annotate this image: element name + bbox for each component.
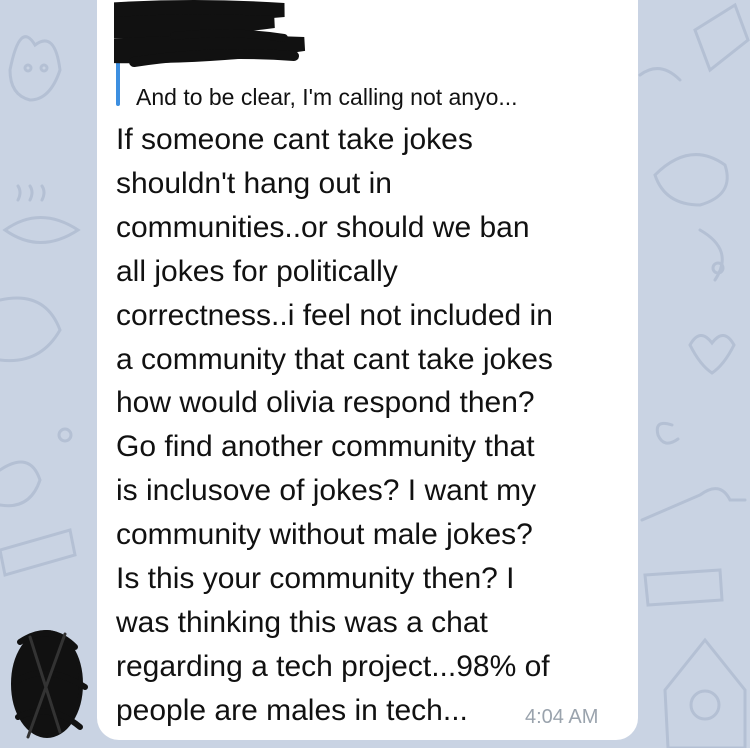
cat-doodle (8, 35, 62, 102)
bowl-doodle (0, 296, 62, 363)
message-line: all jokes for politically (116, 254, 398, 288)
reply-preview[interactable]: Nicole And to be clear, I'm calling not … (114, 0, 624, 110)
fish-doodle (2, 216, 81, 244)
message-line: Is this your community then? I (116, 562, 515, 596)
paw-doodle (0, 460, 42, 508)
message-line: Go find another community that (116, 430, 535, 464)
message-line: correctness..i feel not included in (116, 298, 553, 332)
message-line: If someone cant take jokes (116, 123, 473, 156)
message-bubble[interactable]: Nicole And to be clear, I'm calling not … (97, 0, 638, 740)
message-line: how would olivia respond then? (116, 386, 535, 420)
message-line: regarding a tech project...98% of (116, 649, 550, 683)
tag-doodle (693, 2, 750, 73)
heart-doodle (688, 334, 736, 375)
message-timestamp: 4:04 AM (525, 706, 599, 728)
message-line: a community that cant take jokes (116, 342, 553, 376)
doghouse-doodle (663, 637, 747, 748)
collar-doodle (0, 528, 77, 577)
message-line: shouldn't hang out in (116, 166, 392, 200)
message-line: communities..or should we ban (116, 210, 530, 244)
message-line: is inclusove of jokes? I want my (116, 474, 537, 508)
message-line: was thinking this was a chat (116, 605, 488, 639)
bird-doodle (653, 153, 729, 207)
redaction-scribble (114, 0, 306, 67)
message-text: If someone cant take jokes shouldn't han… (116, 118, 626, 733)
reply-preview-text: And to be clear, I'm calling not anyo... (136, 84, 518, 110)
avatar-scribble[interactable] (0, 622, 95, 748)
message-line: community without male jokes? (116, 518, 533, 552)
bone-doodle (640, 487, 747, 522)
